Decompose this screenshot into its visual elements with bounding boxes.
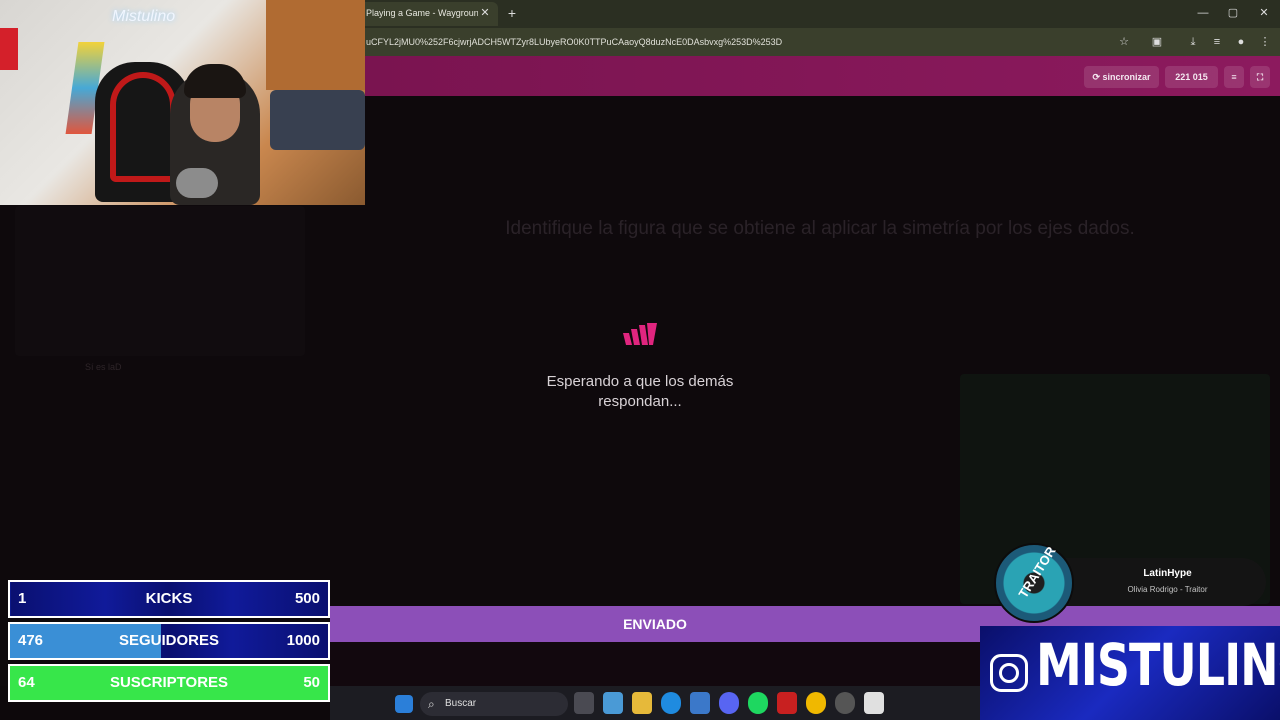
- screen: Playing a Game - Wayground ( ✕ + — ▢ ✕ u…: [0, 0, 1280, 720]
- bed: [270, 90, 365, 150]
- download-icon[interactable]: ⤓: [1186, 35, 1200, 49]
- url-field[interactable]: uCFYL2jMU0%252F6cjwrjADCH5WTZyr8LUbyeRO0…: [366, 37, 782, 47]
- extensions-icon[interactable]: ▣: [1150, 35, 1164, 49]
- tab-title: Playing a Game - Wayground (: [366, 8, 478, 18]
- chair-red-trim: [110, 72, 176, 182]
- now-playing-track: Olivia Rodrigo - Traitor: [1127, 585, 1208, 594]
- maximize-icon[interactable]: ▢: [1222, 4, 1244, 22]
- quiz-header: ⟳ sincronizar 221 015 ≡ ⛶: [365, 56, 1280, 96]
- minimize-icon[interactable]: —: [1192, 4, 1214, 22]
- chrome-icon[interactable]: [806, 692, 826, 714]
- goal-target: 500: [294, 590, 320, 607]
- taskbar-search[interactable]: [420, 692, 568, 716]
- faded-chat-message: Sí es laD: [85, 362, 122, 372]
- snipping-tool-icon[interactable]: [864, 692, 884, 714]
- instagram-lens: [999, 663, 1019, 683]
- file-explorer-icon[interactable]: [632, 692, 652, 714]
- spotify-icon[interactable]: [748, 692, 768, 714]
- faded-answer-card: [15, 206, 305, 356]
- sync-button[interactable]: ⟳ sincronizar: [1084, 66, 1159, 88]
- app-icon[interactable]: [777, 692, 797, 714]
- goal-label: SEGUIDORES: [118, 632, 220, 649]
- widgets-icon[interactable]: [603, 692, 623, 714]
- close-window-icon[interactable]: ✕: [1253, 4, 1275, 22]
- goal-followers: 476 SEGUIDORES 1000: [8, 622, 330, 660]
- waiting-message: Esperando a que los demás respondan...: [490, 372, 790, 412]
- wooden-shelf: [266, 0, 365, 90]
- submitted-banner: ENVIADO: [330, 606, 980, 642]
- fullscreen-icon[interactable]: ⛶: [1250, 66, 1270, 88]
- waiting-line-1: Esperando a que los demás: [546, 373, 734, 390]
- brand-name: MISTULINO: [1036, 631, 1280, 699]
- goal-subscribers: 64 SUSCRIPTORES 50: [8, 664, 330, 702]
- goal-label: SUSCRIPTORES: [109, 674, 229, 691]
- profile-icon[interactable]: ●: [1234, 35, 1248, 49]
- goal-label: KICKS: [145, 590, 193, 607]
- goal-target: 50: [303, 674, 320, 691]
- bookmark-star-icon[interactable]: ☆: [1117, 35, 1131, 49]
- waiting-line-2: respondan...: [598, 393, 682, 410]
- search-icon: ⌕: [428, 697, 435, 711]
- close-tab-icon[interactable]: ✕: [478, 6, 492, 20]
- task-view-icon[interactable]: [574, 692, 594, 714]
- bottom-strip: [330, 642, 980, 686]
- wall-poster: [0, 28, 18, 70]
- discord-icon[interactable]: [719, 692, 739, 714]
- taskbar-search-placeholder: Buscar: [445, 698, 477, 709]
- score-badge: 221 015: [1165, 66, 1218, 88]
- webcam-overlay: Mistulino: [0, 0, 365, 205]
- streamer-hair: [184, 64, 246, 98]
- wayground-logo-icon: [623, 323, 657, 345]
- now-playing-artist: LatinHype: [1143, 568, 1192, 579]
- browser-tab[interactable]: Playing a Game - Wayground ( ✕: [356, 2, 498, 26]
- microphone: [176, 168, 218, 198]
- store-icon[interactable]: [690, 692, 710, 714]
- windows-start-icon[interactable]: [395, 695, 413, 713]
- question-text: Identifique la figura que se obtiene al …: [505, 218, 1135, 239]
- browser-menu-icon[interactable]: ⋮: [1258, 35, 1272, 49]
- goal-kicks: 1 KICKS 500: [8, 580, 330, 618]
- new-tab-button[interactable]: +: [505, 5, 519, 21]
- menu-icon[interactable]: ≡: [1224, 66, 1244, 88]
- obs-icon[interactable]: [835, 692, 855, 714]
- edge-icon[interactable]: [661, 692, 681, 714]
- neon-sign: Mistulino: [112, 8, 176, 25]
- media-icon[interactable]: ≡: [1210, 35, 1224, 49]
- goal-target: 1000: [286, 632, 320, 649]
